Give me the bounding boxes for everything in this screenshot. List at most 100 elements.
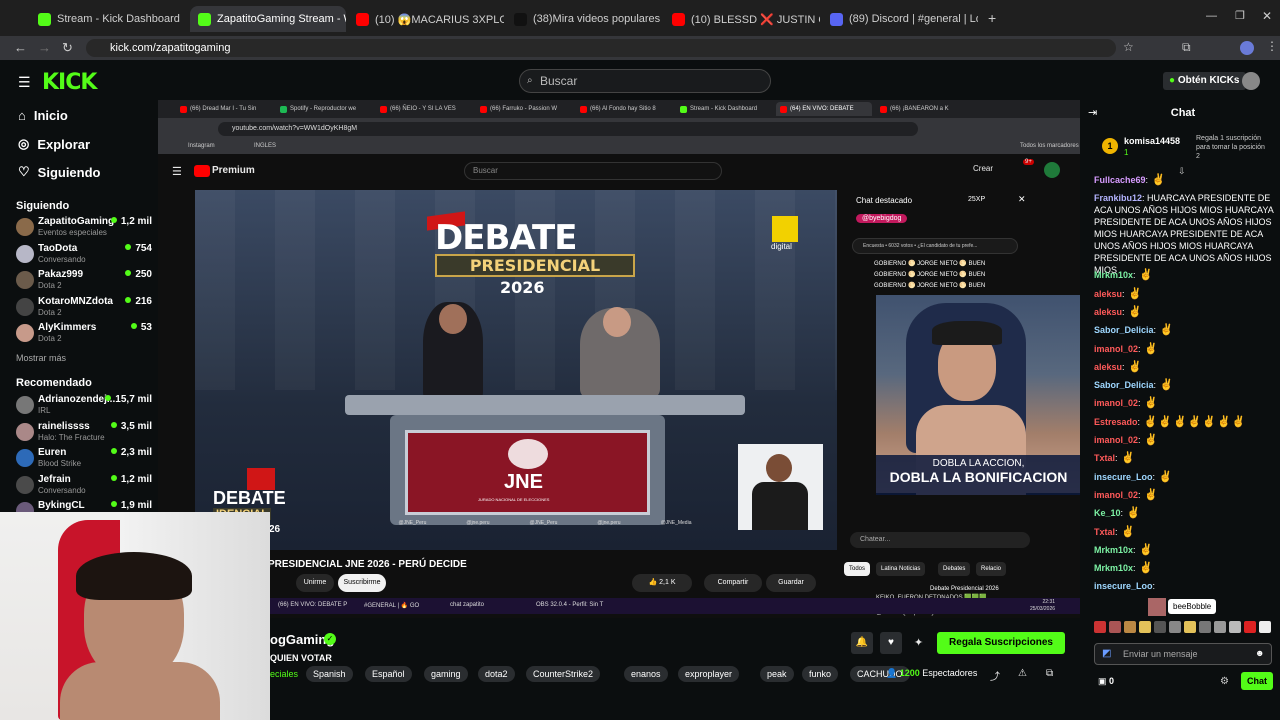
browser-tab[interactable]: (10) 😱MACARIUS 3XPLOT0 y M✕ bbox=[348, 6, 504, 32]
chat-username[interactable]: imanol_02 bbox=[1094, 490, 1138, 500]
nav-inicio[interactable]: ⌂ Inicio bbox=[18, 108, 68, 123]
chat-username[interactable]: Frankibu12 bbox=[1094, 193, 1142, 203]
get-kicks-button[interactable]: ● Obtén KICKs bbox=[1163, 72, 1246, 90]
stream-tag[interactable]: peak bbox=[760, 666, 794, 682]
chat-username[interactable]: aleksu bbox=[1094, 362, 1122, 372]
emote-icon[interactable] bbox=[1199, 621, 1211, 633]
stream-tag[interactable]: dota2 bbox=[478, 666, 515, 682]
share-icon[interactable]: ⤴ bbox=[990, 668, 1000, 683]
new-tab-button[interactable]: + bbox=[988, 10, 996, 26]
emote-icon[interactable] bbox=[1259, 621, 1271, 633]
chat-username[interactable]: insecure_Loo bbox=[1094, 472, 1153, 482]
channel-item[interactable]: AlyKimmers Dota 2 53 bbox=[16, 322, 152, 348]
url-field[interactable]: kick.com/zapatitogaming bbox=[86, 39, 1116, 57]
channel-item[interactable]: TaoDota Conversando 754 bbox=[16, 243, 152, 269]
chat-message: insecure_Loo: bbox=[1094, 581, 1156, 592]
show-more-link[interactable]: Mostrar más bbox=[16, 353, 66, 363]
chat-username[interactable]: Txtal bbox=[1094, 527, 1115, 537]
chat-username[interactable]: Sabor_Delicia bbox=[1094, 325, 1154, 335]
top-gifter-name[interactable]: komisa14458 bbox=[1124, 136, 1180, 146]
maximize-button[interactable]: ❐ bbox=[1235, 9, 1245, 22]
browser-tab[interactable]: (38)Mira videos populares sele✕ bbox=[506, 6, 662, 32]
stream-tag[interactable]: enanos bbox=[624, 666, 668, 682]
emote-icon[interactable] bbox=[1229, 621, 1241, 633]
emote-icon[interactable] bbox=[1214, 621, 1226, 633]
nav-siguiendo[interactable]: ♡ Siguiendo bbox=[18, 164, 101, 180]
stream-tag[interactable]: CounterStrike2 bbox=[526, 666, 601, 682]
report-icon[interactable]: ⚠ bbox=[1018, 668, 1027, 679]
chat-username[interactable]: Ke_10 bbox=[1094, 508, 1121, 518]
extensions-icon[interactable]: ⧉ bbox=[1182, 40, 1191, 55]
chat-username[interactable]: Fullcache69 bbox=[1094, 175, 1146, 185]
emote-icon[interactable] bbox=[1154, 621, 1166, 633]
chat-username[interactable]: Mrkm10x bbox=[1094, 270, 1133, 280]
emote-icon[interactable] bbox=[1244, 621, 1256, 633]
follow-heart-button[interactable]: ♥ bbox=[880, 632, 902, 654]
emote-bar[interactable] bbox=[1094, 621, 1274, 637]
channel-name: AlyKimmers bbox=[38, 322, 97, 333]
gift-subs-button[interactable]: Regala Suscripciones bbox=[937, 632, 1065, 654]
forward-icon[interactable]: → bbox=[38, 40, 51, 55]
chat-username[interactable]: Sabor_Delicia bbox=[1094, 380, 1154, 390]
minimize-button[interactable]: — bbox=[1206, 10, 1217, 22]
chat-username[interactable]: aleksu bbox=[1094, 307, 1122, 317]
emote-icon[interactable] bbox=[1139, 621, 1151, 633]
emote-icon: ✌ bbox=[1126, 507, 1141, 520]
chat-settings-icon[interactable]: ⚙ bbox=[1220, 676, 1229, 687]
chat-username[interactable]: imanol_02 bbox=[1094, 435, 1138, 445]
bookmark-star-icon[interactable]: ☆ bbox=[1123, 40, 1134, 54]
yt-chat-title: Chat destacado bbox=[856, 196, 913, 205]
emote-icon[interactable] bbox=[1169, 621, 1181, 633]
nav-explorar[interactable]: ◎ Explorar bbox=[18, 136, 90, 152]
gift-icon[interactable]: ✦ bbox=[914, 636, 923, 649]
channel-item[interactable]: Jefrain Conversando 1,2 mil bbox=[16, 474, 152, 500]
emote-icon[interactable] bbox=[1124, 621, 1136, 633]
channel-item[interactable]: Euren Blood Strike 2,3 mil bbox=[16, 447, 152, 473]
search-input[interactable]: ⌕ Buscar bbox=[519, 69, 771, 93]
kicks-balance[interactable]: ▣ 0 bbox=[1098, 676, 1114, 687]
channel-item[interactable]: ZapatitoGaming Eventos especiales 1,2 mil bbox=[16, 216, 152, 242]
user-avatar[interactable] bbox=[1242, 72, 1260, 90]
profile-avatar[interactable] bbox=[1240, 41, 1254, 55]
kick-logo[interactable]: KICK bbox=[42, 70, 97, 95]
menu-icon[interactable]: ⋮ bbox=[1266, 39, 1278, 53]
chat-username[interactable]: Mrkm10x bbox=[1094, 545, 1133, 555]
stream-tag[interactable]: gaming bbox=[424, 666, 468, 682]
stream-tag[interactable]: Spanish bbox=[306, 666, 353, 682]
hamburger-icon[interactable]: ☰ bbox=[18, 74, 31, 91]
chat-input[interactable]: Enviar un mensaje bbox=[1094, 643, 1272, 665]
channel-avatar bbox=[16, 422, 34, 441]
stream-tag[interactable]: exproplayer bbox=[678, 666, 740, 682]
channel-item[interactable]: Adrianozendej... IRL 15,7 mil bbox=[16, 394, 152, 420]
stream-tag[interactable]: funko bbox=[802, 666, 839, 682]
close-window-button[interactable]: ✕ bbox=[1262, 9, 1272, 23]
browser-tab[interactable]: Stream - Kick Dashboard✕ bbox=[30, 6, 186, 32]
stream-category[interactable]: eciales bbox=[270, 669, 298, 679]
emote-icon[interactable] bbox=[1184, 621, 1196, 633]
chat-username[interactable]: imanol_02 bbox=[1094, 398, 1138, 408]
channel-item[interactable]: rainelissss Halo: The Fracture 3,5 mil bbox=[16, 421, 152, 447]
reload-icon[interactable]: ↻ bbox=[62, 40, 73, 56]
back-icon[interactable]: ← bbox=[14, 40, 27, 55]
chat-username[interactable]: insecure_Loo bbox=[1094, 581, 1153, 591]
emote-icon[interactable] bbox=[1109, 621, 1121, 633]
chat-send-button[interactable]: Chat bbox=[1241, 672, 1273, 690]
chat-username[interactable]: imanol_02 bbox=[1094, 344, 1138, 354]
browser-tab[interactable]: ZapatitoGaming Stream - W✕ bbox=[190, 6, 346, 32]
channel-item[interactable]: Pakaz999 Dota 2 250 bbox=[16, 269, 152, 295]
chat-username[interactable]: Estresado bbox=[1094, 417, 1138, 427]
chat-username[interactable]: aleksu bbox=[1094, 289, 1122, 299]
emote-icon[interactable] bbox=[1094, 621, 1106, 633]
chat-smiley-icon[interactable]: ☻ bbox=[1255, 648, 1264, 658]
gift-prompt[interactable]: Regala 1 suscripción para tomar la posic… bbox=[1196, 134, 1268, 161]
emote-icon: ✌ bbox=[1139, 269, 1153, 282]
channel-item[interactable]: KotaroMNZdota Dota 2 216 bbox=[16, 296, 152, 322]
browser-tab[interactable]: (89) Discord | #general | Lo✕ bbox=[822, 6, 978, 32]
browser-tab[interactable]: (10) BLESSD ❌ JUSTIN QUILES✕ bbox=[664, 6, 820, 32]
stream-tag[interactable]: Español bbox=[365, 666, 412, 682]
chat-username[interactable]: Mrkm10x bbox=[1094, 563, 1133, 573]
chat-emote-picker-icon[interactable]: ◩ bbox=[1102, 648, 1111, 659]
chat-username[interactable]: Txtal bbox=[1094, 453, 1115, 463]
clip-icon[interactable]: ⧉ bbox=[1046, 668, 1053, 679]
notification-bell-button[interactable]: 🔔 bbox=[851, 632, 873, 654]
